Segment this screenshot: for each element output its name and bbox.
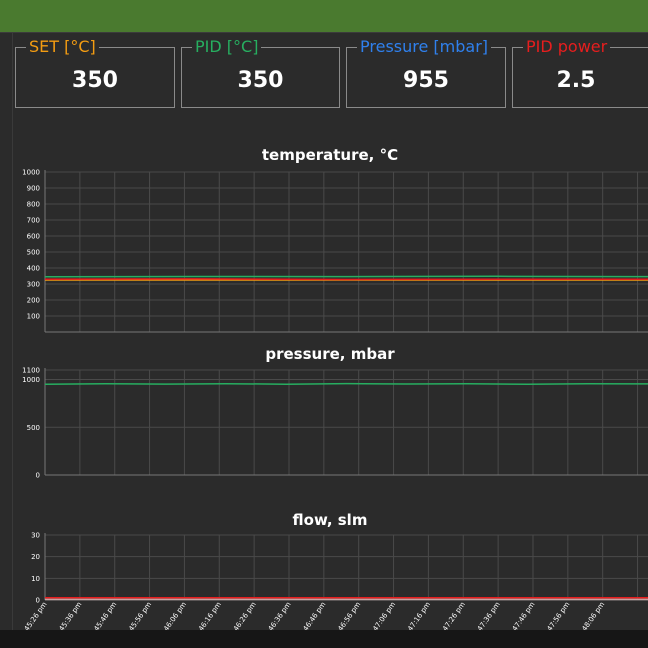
temperature-series-line-1 <box>44 278 648 281</box>
temperature-y-tick-label: 300 <box>27 281 40 289</box>
temperature-y-tick-label: 800 <box>27 201 40 209</box>
pressure-y-tick-label: 500 <box>27 424 40 432</box>
temperature-series-line-2 <box>44 275 648 278</box>
temperature-y-tick-label: 600 <box>27 233 40 241</box>
pressure-y-tick-label: 1000 <box>22 376 40 384</box>
temperature-y-tick-label: 1000 <box>22 169 40 177</box>
temperature-y-tick-label: 900 <box>27 185 40 193</box>
temperature-y-tick-label: 400 <box>27 265 40 273</box>
flow-y-tick-label: 20 <box>31 553 40 561</box>
temperature-y-tick-label: 700 <box>27 217 40 225</box>
temperature-y-tick-label: 500 <box>27 249 40 257</box>
flow-y-tick-label: 10 <box>31 575 40 583</box>
flow-y-tick-label: 30 <box>31 532 40 540</box>
charts-canvas: 1002003004005006007008009001000050010001… <box>19 169 648 638</box>
pressure-y-tick-label: 0 <box>36 472 40 480</box>
status-bar <box>0 630 648 648</box>
pressure-y-tick-label: 1100 <box>22 367 40 375</box>
pressure-series-line-0 <box>44 382 648 386</box>
temperature-y-tick-label: 200 <box>27 297 40 305</box>
temperature-y-tick-label: 100 <box>27 313 40 321</box>
